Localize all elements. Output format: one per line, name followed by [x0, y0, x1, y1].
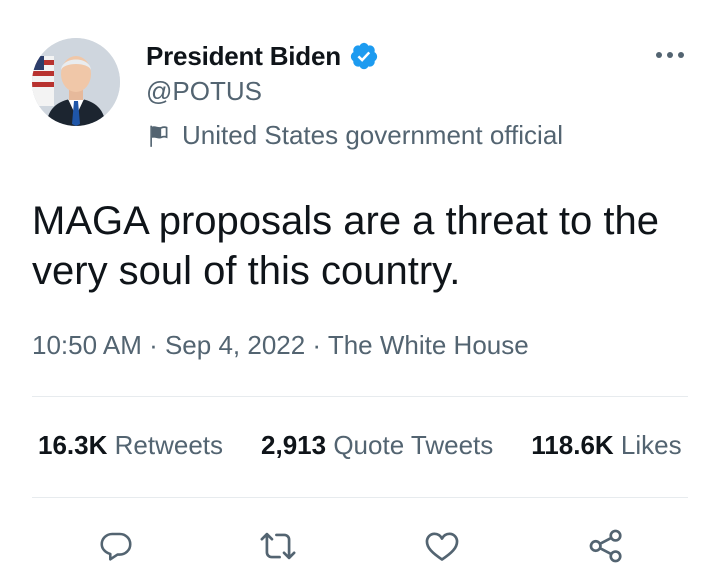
reply-button[interactable] — [94, 524, 138, 568]
flag-icon — [146, 123, 172, 149]
avatar[interactable] — [32, 38, 120, 126]
divider — [32, 396, 688, 397]
quote-tweets-stat[interactable]: 2,913 Quote Tweets — [261, 430, 493, 461]
tweet-date[interactable]: Sep 4, 2022 — [165, 330, 305, 360]
retweets-count: 16.3K — [38, 430, 108, 460]
tweet-time[interactable]: 10:50 AM — [32, 330, 142, 360]
heart-icon — [425, 532, 459, 561]
meta-separator: · — [141, 330, 165, 360]
likes-count: 118.6K — [531, 430, 614, 460]
avatar-photo — [32, 38, 120, 126]
quote-tweets-label: Quote Tweets — [333, 430, 494, 460]
display-name[interactable]: President Biden — [146, 41, 341, 72]
government-label: United States government official — [146, 120, 563, 151]
reply-icon — [100, 532, 132, 561]
more-dots-icon — [656, 52, 684, 58]
share-icon — [589, 529, 622, 563]
tweet-text: MAGA proposals are a threat to the very … — [32, 199, 660, 293]
tweet-meta: 10:50 AM · Sep 4, 2022 · The White House — [32, 330, 529, 361]
quote-tweets-count: 2,913 — [261, 430, 327, 460]
retweets-label: Retweets — [114, 430, 224, 460]
government-label-text: United States government official — [182, 120, 564, 150]
tweet-source[interactable]: The White House — [328, 330, 529, 360]
retweet-icon — [260, 532, 296, 560]
verified-badge-icon — [349, 41, 379, 71]
author-name-row: President Biden — [146, 38, 379, 74]
likes-label: Likes — [620, 430, 682, 460]
retweets-stat[interactable]: 16.3K Retweets — [38, 430, 223, 461]
like-button[interactable] — [420, 524, 464, 568]
divider — [32, 497, 688, 498]
retweet-button[interactable] — [256, 524, 300, 568]
share-button[interactable] — [584, 524, 628, 568]
tweet-stats: 16.3K Retweets 2,913 Quote Tweets 118.6K… — [38, 430, 682, 461]
likes-stat[interactable]: 118.6K Likes — [531, 430, 681, 461]
more-options-button[interactable] — [652, 40, 688, 70]
meta-separator: · — [305, 330, 328, 360]
tweet-actions — [0, 520, 720, 568]
author-handle[interactable]: @POTUS — [146, 76, 262, 107]
